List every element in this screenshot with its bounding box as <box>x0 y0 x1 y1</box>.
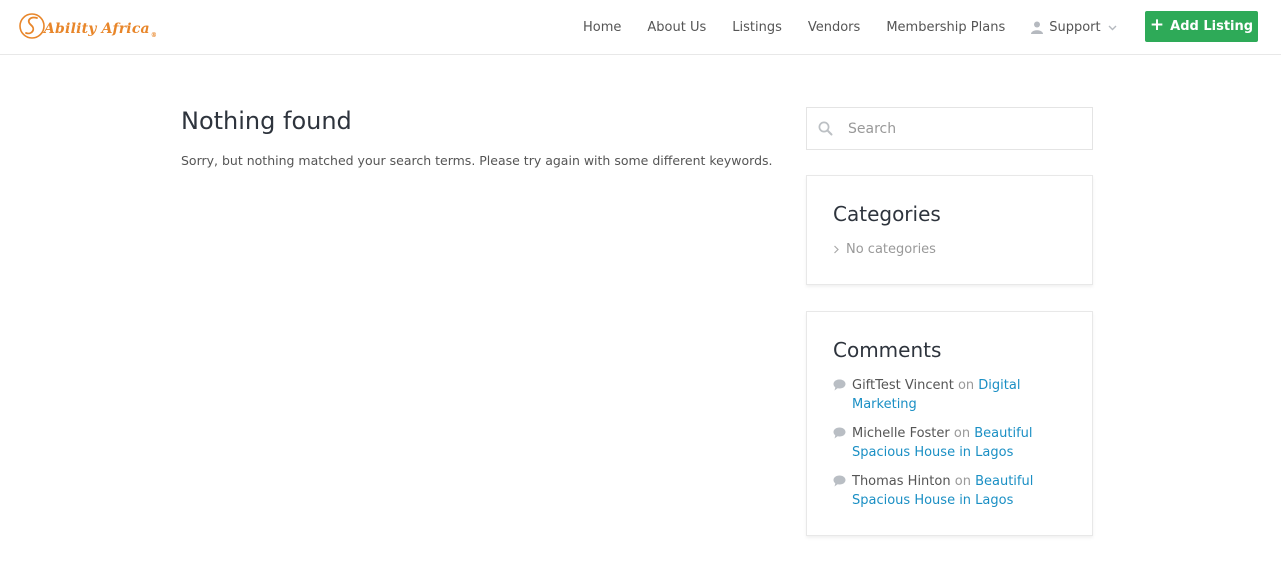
no-results-message: Sorry, but nothing matched your search t… <box>181 153 773 168</box>
comment-bubble-icon <box>833 427 846 439</box>
page-title: Nothing found <box>181 107 352 135</box>
logo-text: Ability Africa® <box>44 21 158 39</box>
comments-list: GiftTest Vincent on Digital Marketing Mi… <box>833 376 1073 520</box>
nav-about-us[interactable]: About Us <box>647 20 706 35</box>
nav-vendors[interactable]: Vendors <box>808 20 860 35</box>
comments-title: Comments <box>833 338 942 362</box>
nav-home[interactable]: Home <box>583 20 621 35</box>
comment-on: on <box>953 426 971 441</box>
comment-item: GiftTest Vincent on Digital Marketing <box>833 376 1073 414</box>
chevron-right-icon <box>834 245 839 254</box>
search-icon <box>818 121 833 136</box>
comment-item: Thomas Hinton on Beautiful Spacious Hous… <box>833 472 1073 510</box>
site-header: Ability Africa® Home About Us Listings V… <box>0 0 1281 55</box>
add-listing-button[interactable]: + Add Listing <box>1145 11 1258 42</box>
search-input[interactable] <box>846 119 1080 138</box>
main-nav: Home About Us Listings Vendors Membershi… <box>583 0 1143 55</box>
categories-widget: Categories No categories <box>806 175 1093 285</box>
sidebar-search <box>806 107 1093 150</box>
chevron-down-icon <box>1108 25 1117 31</box>
no-categories-item: No categories <box>833 242 936 257</box>
nav-listings[interactable]: Listings <box>732 20 782 35</box>
nav-support[interactable]: Support <box>1031 20 1117 35</box>
comment-on: on <box>954 474 971 489</box>
categories-title: Categories <box>833 202 941 226</box>
person-icon <box>1031 21 1044 34</box>
comment-item: Michelle Foster on Beautiful Spacious Ho… <box>833 424 1073 462</box>
comment-author: Michelle Foster <box>852 426 950 441</box>
main-content: Nothing found Sorry, but nothing matched… <box>181 106 791 169</box>
plus-icon: + <box>1149 15 1165 35</box>
comment-bubble-icon <box>833 475 846 487</box>
site-logo[interactable]: Ability Africa® <box>18 10 157 44</box>
comment-author: Thomas Hinton <box>852 474 951 489</box>
nav-support-label: Support <box>1049 20 1101 35</box>
nav-membership-plans[interactable]: Membership Plans <box>886 20 1005 35</box>
add-listing-label: Add Listing <box>1170 19 1254 34</box>
comments-widget: Comments GiftTest Vincent on Digital Mar… <box>806 311 1093 536</box>
comment-on: on <box>957 378 975 393</box>
comment-author: GiftTest Vincent <box>852 378 954 393</box>
comment-bubble-icon <box>833 379 846 391</box>
no-categories-label: No categories <box>846 242 936 257</box>
